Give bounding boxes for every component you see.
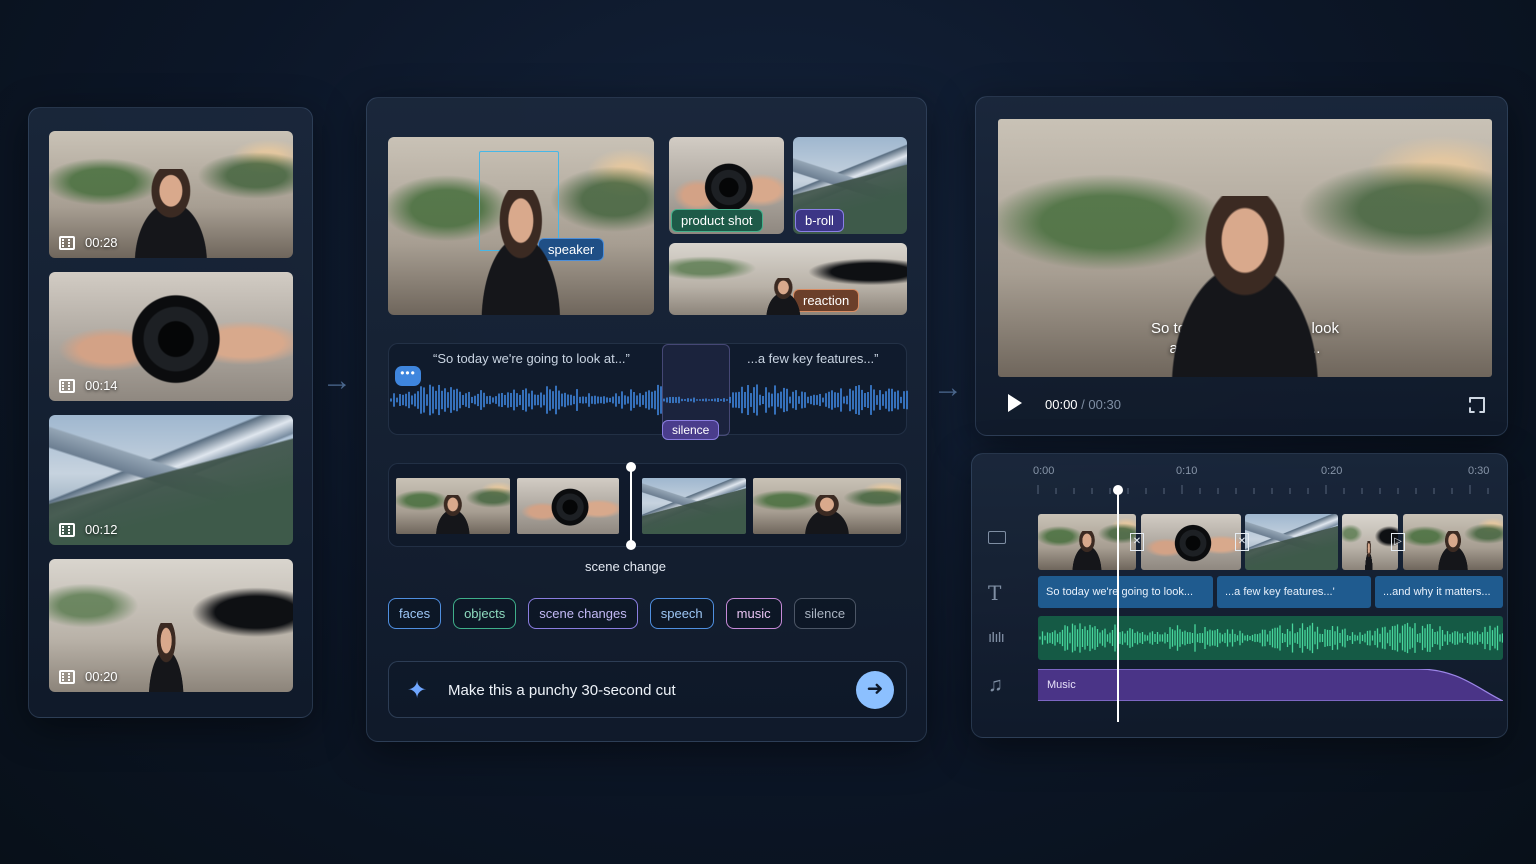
chip-music[interactable]: music xyxy=(725,598,782,629)
timeline-clip[interactable] xyxy=(1403,514,1503,570)
play-icon[interactable] xyxy=(1008,394,1022,412)
transcript-waveform: ••• “So today we're going to look at...”… xyxy=(388,343,908,440)
face-detection-box xyxy=(479,151,559,251)
scene-filmstrip xyxy=(388,462,907,550)
film-icon xyxy=(59,669,75,684)
caption-line-1: So today we're going to look xyxy=(1151,320,1339,337)
scene-change-marker[interactable] xyxy=(626,462,636,550)
caption-overlay: So today we're going to look at a few ke… xyxy=(998,319,1492,359)
clip-duration: 00:20 xyxy=(85,669,118,684)
chip-silence[interactable]: silence xyxy=(793,598,857,629)
caption-segment[interactable]: ...and why it matters... xyxy=(1375,576,1503,608)
text-track-icon: T xyxy=(988,581,1002,605)
media-library-panel: 00:28 00:14 00:12 00:20 xyxy=(28,107,313,718)
transition-icon[interactable]: ▷ xyxy=(1391,533,1405,551)
reaction-tag: reaction xyxy=(793,289,860,312)
music-label: Music xyxy=(1047,679,1076,691)
playhead[interactable] xyxy=(1113,485,1124,722)
video-track-icon xyxy=(988,531,1006,544)
timeline-ruler xyxy=(1037,485,1489,494)
caption-segment[interactable]: So today we're going to look... xyxy=(1038,576,1213,608)
sparkle-icon: ✦ xyxy=(407,677,428,704)
timeline-panel: 0:00 0:10 0:20 0:30 T ıIıIı ♫ ✕ ✕ ▷ So t… xyxy=(971,453,1508,738)
speech-waveform xyxy=(390,384,908,416)
timeline-clip[interactable] xyxy=(1245,514,1338,570)
product-frame: product shot xyxy=(669,137,784,234)
time-total: 00:30 xyxy=(1088,397,1121,412)
audio-track[interactable] xyxy=(1038,616,1503,660)
caption-line-2: at a few key features... xyxy=(1169,340,1321,357)
clip-thumbnail-2[interactable]: 00:14 xyxy=(49,272,293,401)
silence-tag: silence xyxy=(662,420,720,440)
chip-speech[interactable]: speech xyxy=(649,598,714,629)
time-readout: 00:00 / 00:30 xyxy=(1045,397,1121,412)
film-frame xyxy=(517,478,619,534)
timeline-clip[interactable] xyxy=(1342,514,1398,570)
prompt-bar[interactable]: ✦ Make this a punchy 30-second cut ➜ xyxy=(388,661,907,718)
fullscreen-icon[interactable] xyxy=(1469,397,1485,413)
chip-faces[interactable]: faces xyxy=(388,598,442,629)
arrow-right-icon: → xyxy=(933,371,963,404)
film-icon xyxy=(59,378,75,393)
video-preview[interactable]: So today we're going to look at a few ke… xyxy=(998,119,1492,377)
reaction-frame: reaction xyxy=(669,243,907,315)
audio-track-icon: ıIıIı xyxy=(988,629,1005,646)
scene-change-label: scene change xyxy=(585,559,666,574)
timeline-clip[interactable] xyxy=(1038,514,1136,570)
chip-objects[interactable]: objects xyxy=(453,598,517,629)
send-button[interactable]: ➜ xyxy=(856,671,894,709)
timeline-clip[interactable] xyxy=(1141,514,1241,570)
time-separator: / xyxy=(1081,397,1085,412)
product-shot-tag: product shot xyxy=(671,209,763,232)
clip-thumbnail-4[interactable]: 00:20 xyxy=(49,559,293,692)
clip-thumbnail-1[interactable]: 00:28 xyxy=(49,131,293,258)
clip-duration: 00:14 xyxy=(85,378,118,393)
film-icon xyxy=(59,522,75,537)
speaker-frame: speaker xyxy=(388,137,654,315)
preview-panel: So today we're going to look at a few ke… xyxy=(975,96,1508,436)
b-roll-tag: b-roll xyxy=(795,209,844,232)
arrow-right-icon: → xyxy=(322,364,352,397)
clip-duration: 00:12 xyxy=(85,522,118,537)
prompt-input[interactable]: Make this a punchy 30-second cut xyxy=(448,682,676,699)
caption-segment[interactable]: ...a few key features...' xyxy=(1217,576,1371,608)
chip-scene-changes[interactable]: scene changes xyxy=(528,598,638,629)
broll-frame: b-roll xyxy=(793,137,907,234)
film-frame xyxy=(642,478,746,534)
transition-icon[interactable]: ✕ xyxy=(1130,533,1144,551)
film-frame xyxy=(396,478,510,534)
speaker-tag: speaker xyxy=(538,238,605,261)
film-frame xyxy=(753,478,901,534)
time-current: 00:00 xyxy=(1045,397,1078,412)
clip-thumbnail-3[interactable]: 00:12 xyxy=(49,415,293,545)
music-track-icon: ♫ xyxy=(988,674,1003,696)
transition-icon[interactable]: ✕ xyxy=(1235,533,1249,551)
clip-duration: 00:28 xyxy=(85,235,118,250)
detection-chips: faces objects scene changes speech music… xyxy=(388,598,857,629)
film-icon xyxy=(59,235,75,250)
music-track[interactable]: Music xyxy=(1038,669,1503,701)
analysis-panel: speaker product shot b-roll reaction •••… xyxy=(366,97,927,742)
